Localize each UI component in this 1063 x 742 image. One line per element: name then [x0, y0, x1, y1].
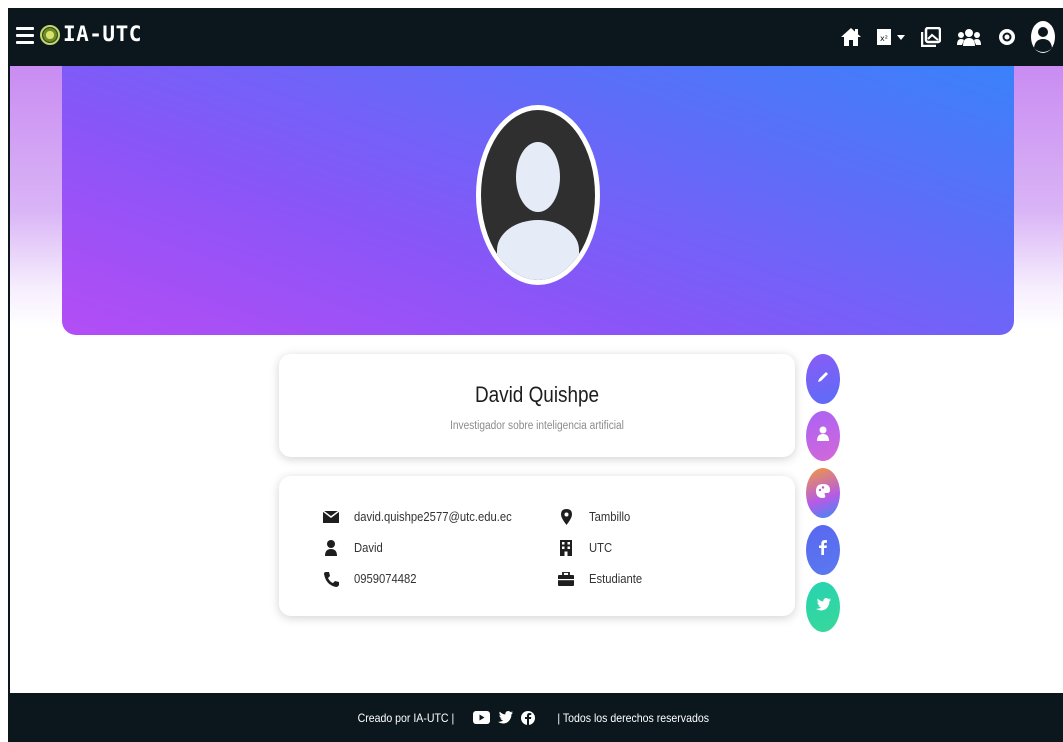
- info-role: Estudiante: [556, 570, 648, 588]
- edit-icon: [816, 370, 830, 389]
- footer-social-links: [469, 710, 539, 725]
- envelope-icon: [321, 508, 341, 526]
- edit-profile-button[interactable]: [806, 354, 840, 404]
- user-icon: [321, 539, 341, 557]
- left-border: [8, 66, 10, 693]
- map-marker-icon: [556, 508, 576, 526]
- nav-icons: x²: [837, 8, 1057, 66]
- users-icon[interactable]: [953, 27, 985, 47]
- facebook-icon[interactable]: [521, 710, 536, 725]
- facebook-icon: [819, 540, 827, 560]
- palette-icon: [816, 483, 830, 503]
- profile-info-card: david.quishpe2577@utc.edu.ec David 09590…: [279, 476, 795, 616]
- info-phone: 0959074482: [321, 570, 424, 588]
- home-icon[interactable]: [837, 27, 865, 47]
- brand-title[interactable]: IA-UTC: [63, 22, 142, 46]
- profile-button[interactable]: [806, 411, 840, 461]
- svg-text:x²: x²: [880, 34, 888, 43]
- info-email: david.quishpe2577@utc.edu.ec: [321, 508, 529, 526]
- avatar: [476, 105, 600, 285]
- navbar: IA-UTC x²: [8, 8, 1063, 66]
- theme-button[interactable]: [806, 468, 840, 518]
- briefcase-icon: [556, 570, 576, 588]
- twitter-icon[interactable]: [498, 711, 514, 724]
- youtube-icon[interactable]: [473, 711, 491, 724]
- document-dropdown-icon[interactable]: x²: [873, 27, 909, 47]
- footer-rights: | Todos los derechos reservados: [557, 710, 710, 725]
- page-frame: IA-UTC x² David Quishpe Investigador sob…: [8, 8, 1063, 742]
- phone-icon: [321, 570, 341, 588]
- user-icon: [817, 426, 829, 446]
- info-location: Tambillo: [556, 508, 635, 526]
- profile-name: David Quishpe: [474, 382, 600, 407]
- facebook-button[interactable]: [806, 525, 840, 575]
- building-icon: [556, 539, 576, 557]
- menu-icon[interactable]: [16, 27, 34, 44]
- info-first-name: David: [321, 539, 386, 557]
- footer: Creado por IA-UTC | | Todos los derechos…: [8, 693, 1063, 742]
- profile-name-card: David Quishpe Investigador sobre intelig…: [279, 354, 795, 457]
- gallery-icon[interactable]: [917, 27, 945, 47]
- footer-credit: Creado por IA-UTC |: [358, 710, 455, 725]
- eye-icon[interactable]: [993, 27, 1021, 47]
- info-institution: UTC: [556, 539, 615, 557]
- utc-logo-icon: [40, 25, 60, 45]
- profile-subtitle: Investigador sobre inteligencia artifici…: [450, 420, 624, 432]
- user-account-icon[interactable]: [1029, 20, 1057, 54]
- twitter-button[interactable]: [806, 582, 840, 632]
- twitter-icon: [815, 598, 831, 616]
